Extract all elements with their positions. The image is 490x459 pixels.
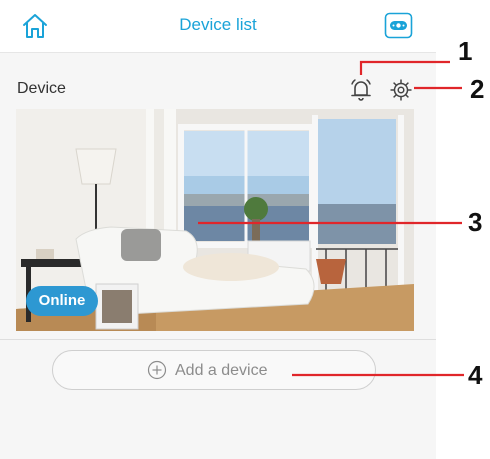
device-name: Device <box>17 80 66 97</box>
callout-1: 1 <box>458 36 473 66</box>
bell-icon <box>351 79 371 101</box>
section-divider <box>0 339 436 340</box>
add-device-label: Add a device <box>175 362 268 379</box>
app-screen: Device list Device Online Add a device <box>0 0 436 459</box>
settings-button[interactable] <box>389 78 413 102</box>
online-status-badge: Online <box>26 286 98 316</box>
add-device-button[interactable]: Add a device <box>52 350 376 390</box>
page-title: Device list <box>179 15 257 34</box>
camera-icon <box>384 12 413 39</box>
plus-circle-icon <box>147 360 167 380</box>
callout-3: 3 <box>468 207 483 237</box>
alarm-bell-button[interactable] <box>349 77 373 103</box>
top-bar: Device list <box>0 0 436 53</box>
camera-button[interactable] <box>384 12 413 39</box>
gear-icon <box>390 79 412 101</box>
callout-2: 2 <box>470 74 485 104</box>
callout-4: 4 <box>468 360 483 390</box>
